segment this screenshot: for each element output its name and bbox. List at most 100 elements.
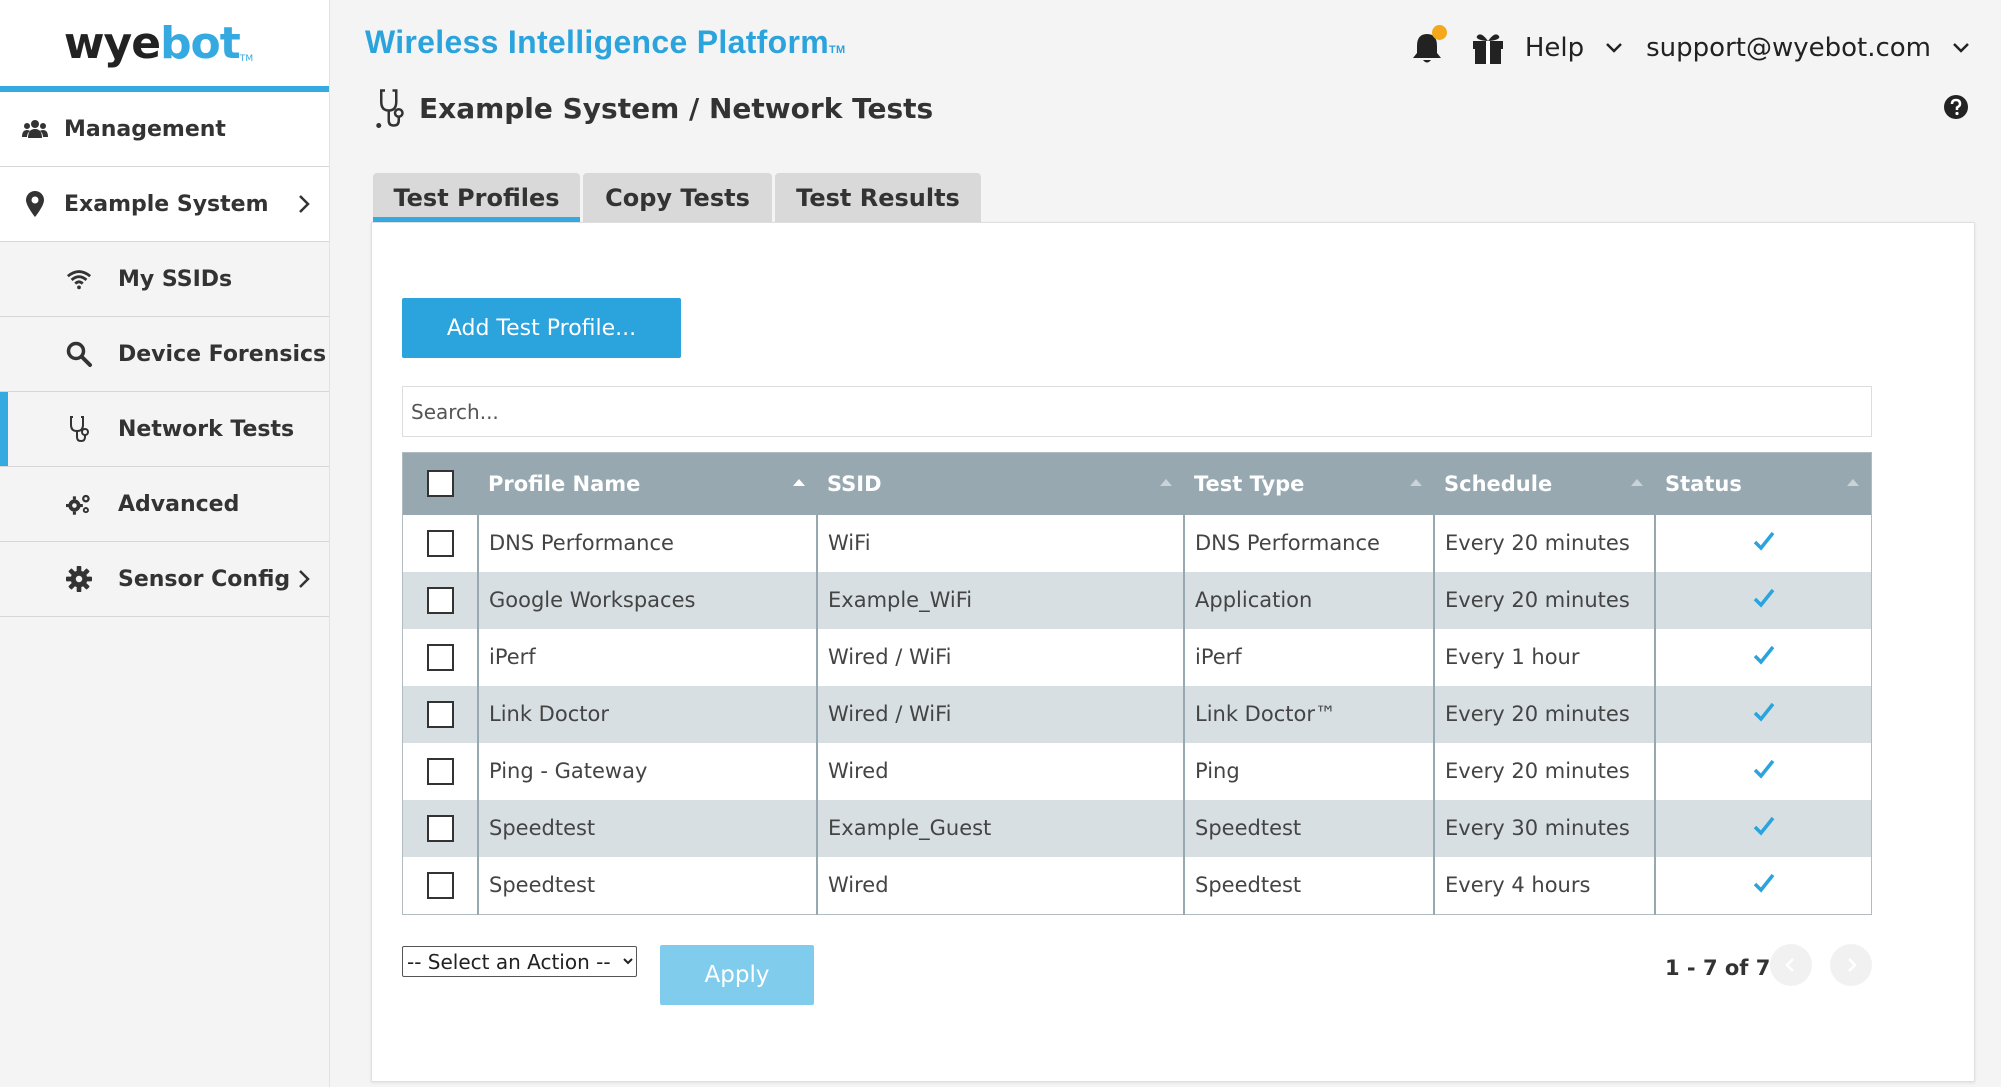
map-pin-icon (22, 191, 48, 217)
checkmark-icon (1753, 702, 1774, 722)
row-checkbox[interactable] (426, 529, 454, 557)
column-header-ssid[interactable]: SSID (817, 452, 1184, 515)
schedule-cell: Every 20 minutes (1433, 514, 1655, 572)
sidebar-item-management[interactable]: Management (0, 92, 329, 167)
tab-test-results[interactable]: Test Results (775, 173, 981, 222)
sidebar-item-label: Sensor Config (118, 566, 291, 592)
schedule-cell: Every 20 minutes (1433, 742, 1655, 800)
test-type-cell: Application (1183, 571, 1434, 629)
sort-icon (1410, 479, 1422, 486)
action-select[interactable]: -- Select an Action -- (402, 946, 637, 977)
ssid-cell: WiFi (816, 514, 1184, 572)
column-header-schedule[interactable]: Schedule (1434, 452, 1655, 515)
test-profiles-table: Profile Name SSID Test Type Schedule Sta… (402, 452, 1872, 915)
table-row[interactable]: Google Workspaces Example_WiFi Applicati… (402, 571, 1872, 629)
column-header-label: Test Type (1194, 471, 1305, 496)
sidebar-item-label: Network Tests (118, 416, 295, 442)
ssid-cell: Wired (816, 742, 1184, 800)
app-title-text: Wireless Intelligence Platform (365, 24, 829, 60)
row-checkbox-cell (402, 799, 478, 857)
tab-bar: Test Profiles Copy Tests Test Results (373, 173, 984, 222)
chevron-left-icon (1785, 958, 1794, 972)
status-cell (1654, 685, 1872, 743)
gift-icon[interactable] (1471, 31, 1505, 65)
sort-asc-icon (793, 479, 805, 486)
wyebot-logo[interactable]: wye bot TM (0, 0, 329, 92)
table-row[interactable]: DNS Performance WiFi DNS Performance Eve… (402, 514, 1872, 572)
schedule-cell: Every 1 hour (1433, 628, 1655, 686)
logo-bot: bot (160, 17, 241, 69)
chevron-down-icon[interactable] (1604, 38, 1624, 58)
sidebar-item-device-forensics[interactable]: Device Forensics (0, 317, 329, 392)
checkmark-icon (1753, 531, 1774, 551)
user-email-menu[interactable]: support@wyebot.com (1646, 33, 1931, 63)
row-checkbox[interactable] (426, 814, 454, 842)
profile-name-cell: Speedtest (477, 799, 817, 857)
table-row[interactable]: Speedtest Wired Speedtest Every 4 hours (402, 856, 1872, 914)
column-header-label: SSID (827, 471, 882, 496)
chevron-down-icon[interactable] (1951, 38, 1971, 58)
row-checkbox-cell (402, 685, 478, 743)
prev-page-button[interactable] (1770, 944, 1812, 986)
profile-name-cell: Ping - Gateway (477, 742, 817, 800)
sidebar-item-label: Example System (64, 191, 269, 217)
tab-copy-tests[interactable]: Copy Tests (583, 173, 772, 222)
sidebar-item-example-system[interactable]: Example System (0, 167, 329, 242)
status-cell (1654, 628, 1872, 686)
sidebar-item-my-ssids[interactable]: My SSIDs (0, 242, 329, 317)
row-checkbox[interactable] (426, 757, 454, 785)
wifi-icon (66, 266, 92, 292)
row-checkbox[interactable] (426, 871, 454, 899)
checkmark-icon (1753, 588, 1774, 608)
help-icon[interactable] (1943, 94, 1969, 120)
add-test-profile-button[interactable]: Add Test Profile... (402, 298, 681, 358)
users-icon (22, 116, 48, 142)
sort-icon (1631, 479, 1643, 486)
table-row[interactable]: Ping - Gateway Wired Ping Every 20 minut… (402, 742, 1872, 800)
help-menu[interactable]: Help (1525, 33, 1584, 63)
sidebar-item-network-tests[interactable]: Network Tests (0, 392, 329, 467)
sidebar-item-label: Device Forensics (118, 341, 327, 367)
select-all-checkbox[interactable] (427, 470, 454, 498)
table-header-row: Profile Name SSID Test Type Schedule Sta… (402, 452, 1872, 515)
next-page-button[interactable] (1830, 944, 1872, 986)
schedule-cell: Every 20 minutes (1433, 685, 1655, 743)
breadcrumb: Example System / Network Tests (375, 88, 933, 128)
tab-test-profiles[interactable]: Test Profiles (373, 173, 580, 222)
column-header-label: Profile Name (488, 471, 641, 496)
notification-dot (1431, 25, 1447, 40)
row-checkbox-cell (402, 742, 478, 800)
chevron-right-icon (299, 195, 310, 213)
app-title-tm: TM (828, 44, 846, 56)
sidebar-item-advanced[interactable]: Advanced (0, 467, 329, 542)
checkmark-icon (1753, 759, 1774, 779)
sidebar-item-sensor-config[interactable]: Sensor Config (0, 542, 329, 617)
row-checkbox-cell (402, 628, 478, 686)
table-row[interactable]: iPerf Wired / WiFi iPerf Every 1 hour (402, 628, 1872, 686)
column-header-test-type[interactable]: Test Type (1184, 452, 1434, 515)
search-input[interactable] (402, 386, 1872, 437)
pagination-text: 1 - 7 of 7 (1665, 956, 1771, 980)
ssid-cell: Wired / WiFi (816, 685, 1184, 743)
test-type-cell: iPerf (1183, 628, 1434, 686)
column-header-profile-name[interactable]: Profile Name (478, 452, 817, 515)
checkmark-icon (1753, 645, 1774, 665)
test-type-cell: DNS Performance (1183, 514, 1434, 572)
column-header-status[interactable]: Status (1655, 452, 1872, 515)
search-icon (66, 341, 92, 367)
notification-bell-icon[interactable] (1411, 25, 1447, 65)
profile-name-cell: Google Workspaces (477, 571, 817, 629)
select-all-cell (402, 452, 478, 515)
sidebar: wye bot TM Management Example System My SS… (0, 0, 330, 1087)
row-checkbox-cell (402, 514, 478, 572)
status-cell (1654, 514, 1872, 572)
row-checkbox[interactable] (426, 700, 454, 728)
table-row[interactable]: Link Doctor Wired / WiFi Link Doctor™ Ev… (402, 685, 1872, 743)
page-title: Example System / Network Tests (419, 91, 934, 125)
row-checkbox[interactable] (426, 586, 454, 614)
table-row[interactable]: Speedtest Example_Guest Speedtest Every … (402, 799, 1872, 857)
chevron-right-icon (299, 570, 310, 588)
ssid-cell: Wired (816, 856, 1184, 914)
row-checkbox[interactable] (426, 643, 454, 671)
apply-button[interactable]: Apply (660, 945, 814, 1005)
